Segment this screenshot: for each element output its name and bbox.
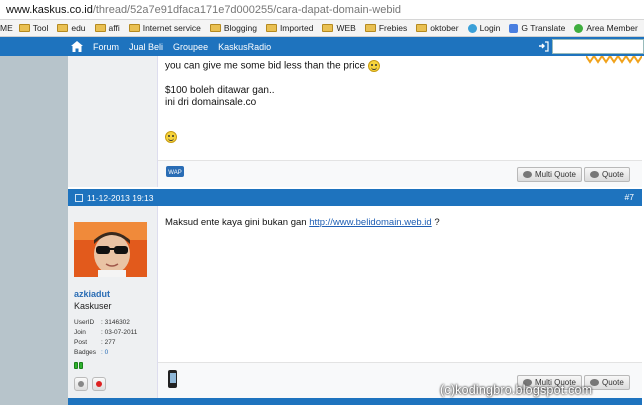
bookmark-internet-service[interactable]: Internet service [128,23,201,33]
post-user-panel [68,56,158,187]
smiley-icon [165,130,177,143]
folder-icon [128,24,140,32]
site-search-input[interactable] [552,39,644,54]
post-message: Maksud ente kaya gini bukan gan http://w… [165,217,440,228]
reputation-bar-icon [74,362,84,369]
mobile-phone-icon [168,370,177,388]
bookmark-imported[interactable]: Imported [265,23,313,33]
post-content: Maksud ente kaya gini bukan gan http://w… [158,206,642,405]
bookmark-oktober[interactable]: oktober [416,23,459,33]
warning-icon [96,381,102,387]
smiley-icon [368,60,381,72]
translate-favicon-icon [509,23,519,33]
message-link[interactable]: http://www.belidomain.web.id [309,217,432,228]
bookmark-frebies[interactable]: Frebies [364,23,407,33]
next-post-header-strip [68,398,642,405]
bookmark-blogging[interactable]: Blogging [209,23,257,33]
report-button[interactable] [92,377,106,391]
bookmark-me[interactable]: ME [0,23,13,33]
nav-kaskusradio[interactable]: KaskusRadio [218,42,271,52]
site-nav: Forum Jual Beli Groupee KaskusRadio [0,37,644,56]
message-line: you can give me some bid less than the p… [165,60,381,73]
post-previous: you can give me some bid less than the p… [68,56,642,187]
user-rank: Kaskuser [74,301,112,311]
nav-forum[interactable]: Forum [93,42,119,52]
decorative-zigzag [586,56,642,64]
bookmark-tool[interactable]: Tool [18,23,48,33]
folder-icon [265,24,277,32]
folder-icon [416,24,428,32]
checkbox-icon[interactable] [75,193,83,202]
home-icon[interactable] [71,41,83,52]
folder-icon [94,24,106,32]
bookmark-web[interactable]: WEB [322,23,356,33]
post-header: 11-12-2013 19:13 #7 [68,189,642,206]
username[interactable]: azkiadut [74,289,110,299]
url-path: /thread/52a7e91dfaca171e7d000255/cara-da… [92,3,402,16]
speech-bubble-icon [590,171,599,178]
folder-icon [364,24,376,32]
bookmark-login[interactable]: Login [467,23,500,33]
profile-icon [78,381,84,387]
folder-icon [18,24,30,32]
bookmarks-bar: ME Tool edu affi Internet service Bloggi… [0,20,644,37]
member-favicon-icon [574,23,584,33]
login-icon[interactable] [538,41,549,52]
login-favicon-icon [467,23,477,33]
user-profile-button[interactable] [74,377,88,391]
user-info-row: Badges: 0 [74,349,109,356]
multi-quote-button[interactable]: Multi Quote [517,167,582,182]
post-footer: WAP Multi Quote Quote [158,160,642,187]
address-bar[interactable]: www.kaskus.co.id/thread/52a7e91dfaca171e… [0,0,644,20]
user-info-row: Join: 03-07-2011 [74,329,138,336]
left-gutter [0,56,68,405]
bookmark-area-member[interactable]: Area Member [574,23,638,33]
quote-button[interactable]: Quote [584,167,630,182]
svg-text:WAP: WAP [168,170,181,176]
post-date: 11-12-2013 19:13 [87,192,154,203]
nav-groupee[interactable]: Groupee [173,42,208,52]
folder-icon [209,24,221,32]
user-info: UserID: 3146302 Join: 03-07-2011 Post: 2… [74,318,137,358]
post-user-panel: azkiadut Kaskuser UserID: 3146302 Join: … [68,206,158,405]
message-line: ini dri domainsale.co [165,96,257,108]
bookmark-edu[interactable]: edu [57,23,86,33]
mobile-wap-icon: WAP [166,166,184,177]
speech-bubble-icon [523,171,532,178]
post-number[interactable]: #7 [625,192,634,202]
nav-jual-beli[interactable]: Jual Beli [129,42,163,52]
avatar[interactable] [74,222,147,277]
post-message: you can give me some bid less than the p… [165,60,381,143]
folder-icon [322,24,334,32]
user-info-row: Post: 277 [74,339,116,346]
folder-icon [57,24,69,32]
message-line: $100 boleh ditawar gan.. [165,84,275,96]
user-info-row: UserID: 3146302 [74,319,130,326]
url-host: www.kaskus.co.id [6,3,93,16]
watermark: (c)kodingbro.blogspot.com [440,383,593,397]
bookmark-affi[interactable]: affi [94,23,120,33]
bookmark-g-translate[interactable]: G Translate [509,23,565,33]
